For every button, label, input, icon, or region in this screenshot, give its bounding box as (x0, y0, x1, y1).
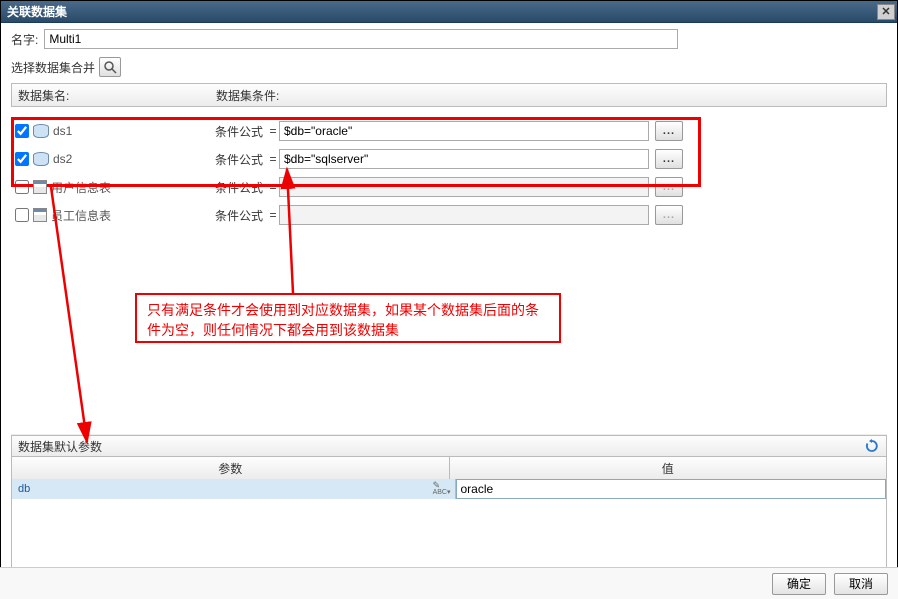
dsname-header: 数据集名: (18, 87, 216, 104)
search-icon[interactable] (99, 57, 121, 77)
formula-picker-button[interactable]: ... (655, 121, 683, 141)
window-title: 关联数据集 (7, 3, 67, 20)
dataset-checkbox[interactable] (15, 208, 29, 222)
annotation-text: 只有满足条件才会使用到对应数据集，如果某个数据集后面的条件为空，则任何情况下都会… (135, 293, 561, 343)
dataset-label: ds2 (53, 152, 72, 166)
dataset-row: ds2 条件公式 = ... (11, 145, 887, 173)
close-icon[interactable]: ✕ (877, 4, 895, 20)
table-icon (33, 180, 47, 194)
database-icon (33, 152, 49, 166)
formula-input[interactable] (279, 149, 649, 169)
equals-sign: = (267, 208, 279, 222)
refresh-icon[interactable] (864, 438, 880, 454)
param-name-cell[interactable]: db ✎ABC▾ (12, 479, 456, 499)
equals-sign: = (267, 180, 279, 194)
formula-label: 条件公式 (213, 151, 267, 168)
dataset-checkbox[interactable] (15, 180, 29, 194)
name-label: 名字: (11, 31, 38, 48)
dataset-label: 用户信息表 (51, 179, 111, 196)
value-col-header: 值 (450, 457, 887, 479)
formula-picker-button[interactable]: ... (655, 205, 683, 225)
name-input[interactable] (44, 29, 678, 49)
equals-sign: = (267, 152, 279, 166)
dataset-checkbox[interactable] (15, 152, 29, 166)
dataset-checkbox[interactable] (15, 124, 29, 138)
param-col-header: 参数 (12, 457, 450, 479)
formula-label: 条件公式 (213, 207, 267, 224)
formula-picker-button[interactable]: ... (655, 149, 683, 169)
select-merge-label: 选择数据集合并 (11, 59, 95, 76)
dataset-header: 数据集名: 数据集条件: (11, 83, 887, 107)
formula-input[interactable] (279, 205, 649, 225)
ok-button[interactable]: 确定 (772, 573, 826, 595)
titlebar: 关联数据集 ✕ (1, 1, 897, 23)
default-params-title: 数据集默认参数 (18, 438, 858, 455)
formula-picker-button[interactable]: ... (655, 177, 683, 197)
formula-input[interactable] (279, 121, 649, 141)
param-row: db ✎ABC▾ (12, 479, 886, 499)
table-icon (33, 208, 47, 222)
formula-input[interactable] (279, 177, 649, 197)
database-icon (33, 124, 49, 138)
dataset-label: 员工信息表 (51, 207, 111, 224)
equals-sign: = (267, 124, 279, 138)
param-table-header: 参数 值 (12, 457, 886, 479)
dscond-header: 数据集条件: (216, 87, 880, 104)
cancel-button[interactable]: 取消 (834, 573, 888, 595)
dataset-row: 员工信息表 条件公式 = ... (11, 201, 887, 229)
dataset-label: ds1 (53, 124, 72, 138)
dialog-footer: 确定 取消 (0, 567, 898, 599)
param-value-input[interactable] (456, 479, 887, 499)
dataset-row: ds1 条件公式 = ... (11, 117, 887, 145)
type-picker-icon[interactable]: ✎ABC▾ (433, 481, 451, 497)
dataset-row: 用户信息表 条件公式 = ... (11, 173, 887, 201)
formula-label: 条件公式 (213, 179, 267, 196)
formula-label: 条件公式 (213, 123, 267, 140)
